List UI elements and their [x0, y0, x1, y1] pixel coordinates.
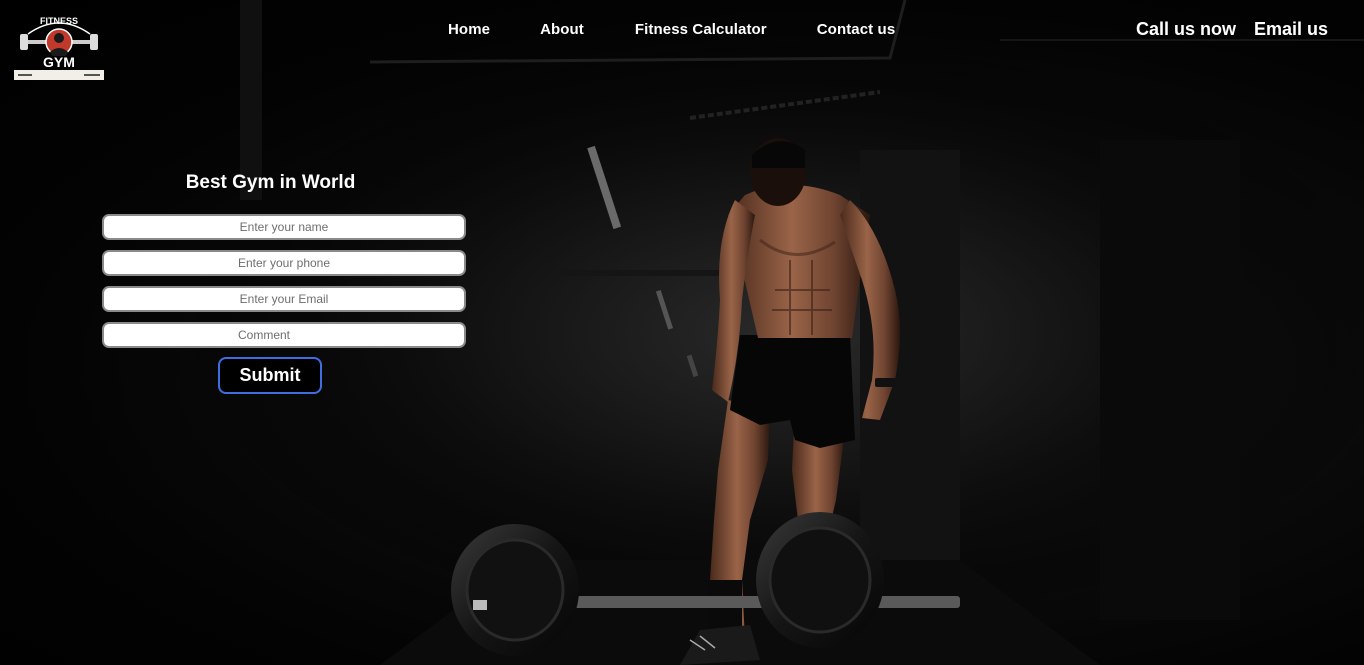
nav-home-link[interactable]: Home — [448, 21, 490, 38]
submit-button[interactable]: Submit — [218, 357, 322, 394]
call-us-now-link[interactable]: Call us now — [1136, 19, 1236, 40]
phone-input[interactable] — [102, 250, 466, 276]
email-input[interactable] — [102, 286, 466, 312]
email-us-link[interactable]: Email us — [1254, 19, 1328, 40]
page: FITNESS GYM Home About Fitness Calculato… — [0, 0, 1364, 665]
nav-fitness-calculator-link[interactable]: Fitness Calculator — [635, 21, 767, 38]
main-nav: Home About Fitness Calculator Contact us — [448, 19, 895, 39]
logo-text-top: FITNESS — [40, 16, 78, 26]
comment-input[interactable] — [102, 322, 466, 348]
nav-about-link[interactable]: About — [540, 21, 584, 38]
form-title: Best Gym in World — [185, 172, 356, 193]
logo-text-main: GYM — [43, 54, 75, 70]
fitness-gym-logo[interactable]: FITNESS GYM — [14, 12, 104, 80]
name-input[interactable] — [102, 214, 466, 240]
contact-links: Call us now Email us — [1136, 19, 1328, 40]
nav-contact-us-link[interactable]: Contact us — [817, 21, 896, 38]
